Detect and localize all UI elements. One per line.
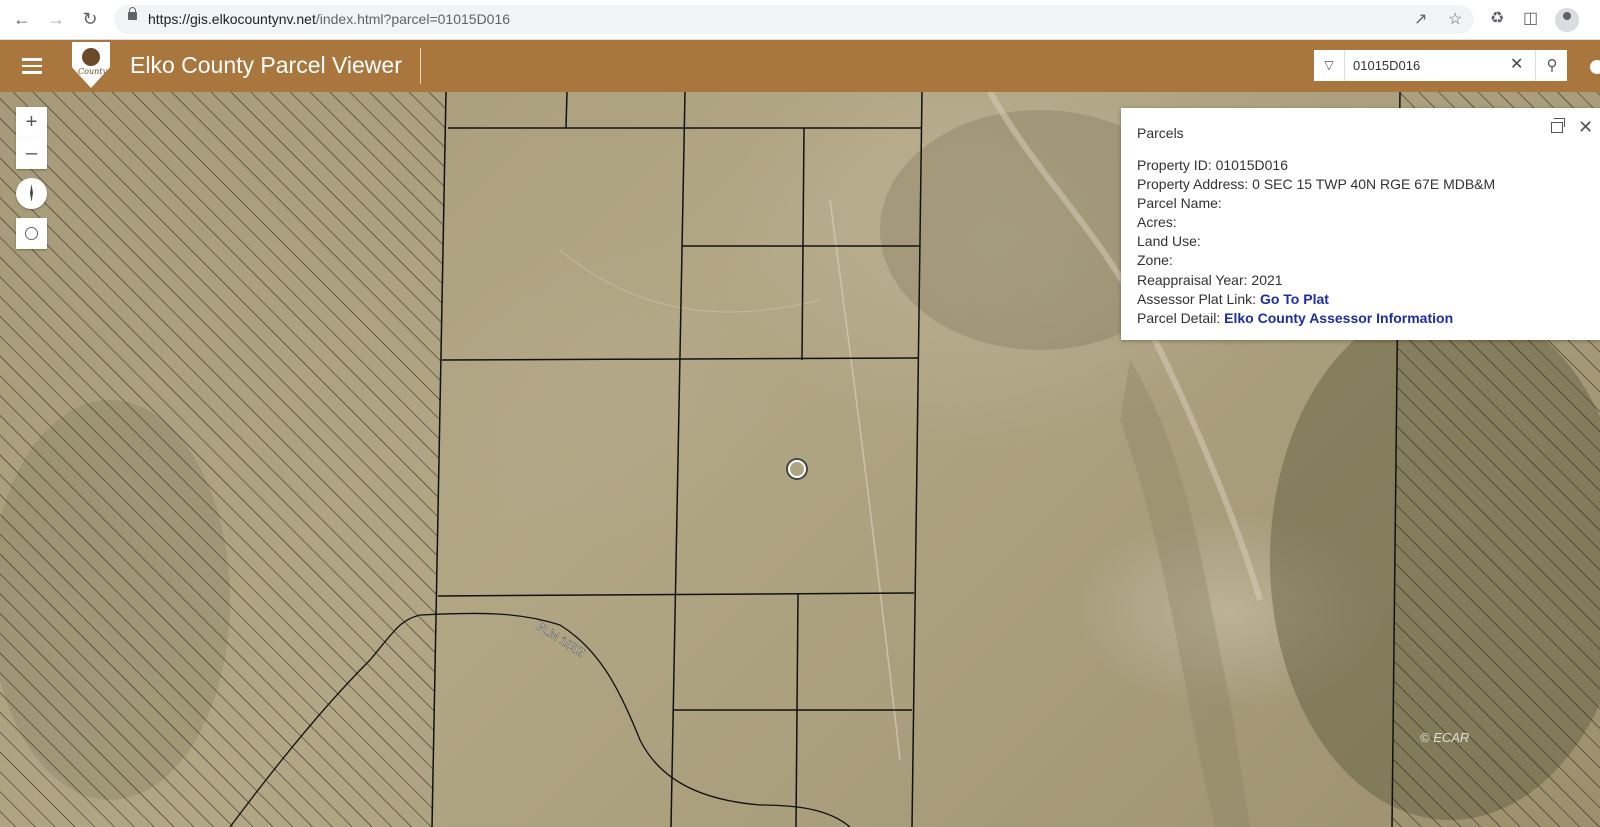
- field-value: 2021: [1251, 271, 1283, 288]
- search-input[interactable]: [1345, 50, 1515, 81]
- browser-toolbar: ← → ↻ https://gis.elkocountynv.net/index…: [0, 0, 1600, 40]
- back-icon[interactable]: ←: [11, 8, 33, 30]
- lock-icon[interactable]: [128, 7, 137, 20]
- search-widget: ▽ ✕ ⚲: [1314, 50, 1567, 81]
- county-logo: County: [72, 42, 110, 88]
- field-label: Parcel Name:: [1137, 195, 1222, 212]
- url-host: https://gis.elkocountynv.net: [148, 11, 316, 27]
- popup-content: Property ID: 01015D016 Property Address:…: [1137, 156, 1495, 328]
- field-label: Property Address:: [1137, 176, 1249, 193]
- logo-text: County: [78, 67, 107, 76]
- field-reappraisal-year: Reappraisal Year: 2021: [1137, 271, 1495, 290]
- field-label: Property ID:: [1137, 157, 1212, 173]
- clear-search-icon[interactable]: ✕: [1510, 56, 1523, 74]
- address-bar[interactable]: https://gis.elkocountynv.net/index.html?…: [114, 5, 1474, 34]
- parcel-popup: Parcels ✕ Property ID: 01015D016 Propert…: [1121, 108, 1600, 340]
- zoom-out-button[interactable]: –: [16, 138, 47, 169]
- profile-icon[interactable]: [1555, 8, 1579, 32]
- popup-title: Parcels: [1137, 125, 1184, 141]
- reload-icon[interactable]: ↻: [79, 8, 101, 30]
- url-text[interactable]: https://gis.elkocountynv.net/index.html?…: [148, 11, 510, 27]
- field-label: Acres:: [1137, 214, 1177, 231]
- forward-icon[interactable]: →: [45, 8, 67, 30]
- app-header: County Elko County Parcel Viewer ▽ ✕ ⚲: [0, 40, 1600, 92]
- extensions-icon[interactable]: ♻: [1490, 9, 1504, 29]
- selected-parcel-marker[interactable]: [788, 460, 806, 478]
- field-label: Zone:: [1137, 252, 1173, 269]
- url-path: /index.html?parcel=01015D016: [315, 11, 511, 27]
- map-attribution: © ECAR: [1420, 730, 1470, 745]
- field-label: Land Use:: [1137, 233, 1201, 250]
- field-value: 01015D016: [1215, 157, 1288, 173]
- side-panel-icon[interactable]: ◫: [1523, 9, 1538, 29]
- field-parcel-detail: Parcel Detail: Elko County Assessor Info…: [1137, 309, 1495, 328]
- search-icon[interactable]: ⚲: [1535, 50, 1568, 81]
- zoom-in-button[interactable]: +: [16, 107, 47, 138]
- field-property-id: Property ID: 01015D016: [1137, 156, 1495, 175]
- bookmark-star-icon[interactable]: ☆: [1448, 11, 1462, 29]
- assessor-information-link[interactable]: Elko County Assessor Information: [1224, 310, 1453, 326]
- compass-icon[interactable]: [16, 178, 47, 209]
- close-icon[interactable]: ✕: [1578, 118, 1593, 136]
- field-assessor-plat-link: Assessor Plat Link: Go To Plat: [1137, 290, 1495, 309]
- hamburger-menu-icon[interactable]: [22, 55, 42, 77]
- field-label: Parcel Detail:: [1137, 309, 1221, 326]
- app-title: Elko County Parcel Viewer: [130, 52, 402, 78]
- field-parcel-name: Parcel Name:: [1137, 194, 1495, 213]
- field-label: Reappraisal Year:: [1137, 271, 1248, 288]
- logo-emblem-icon: [82, 48, 100, 66]
- search-source-dropdown-icon[interactable]: ▽: [1314, 50, 1345, 81]
- header-info-icon[interactable]: [1590, 60, 1600, 74]
- header-divider: [420, 48, 421, 84]
- locate-icon[interactable]: [16, 218, 47, 249]
- field-value: 0 SEC 15 TWP 40N RGE 67E MDB&M: [1252, 176, 1496, 193]
- dock-popup-icon[interactable]: [1551, 118, 1565, 133]
- share-icon[interactable]: ↗: [1414, 11, 1427, 29]
- field-zone: Zone:: [1137, 251, 1495, 270]
- field-label: Assessor Plat Link:: [1137, 290, 1257, 307]
- field-land-use: Land Use:: [1137, 232, 1495, 251]
- field-property-address: Property Address: 0 SEC 15 TWP 40N RGE 6…: [1137, 175, 1495, 194]
- field-acres: Acres:: [1137, 213, 1495, 232]
- go-to-plat-link[interactable]: Go To Plat: [1260, 291, 1329, 307]
